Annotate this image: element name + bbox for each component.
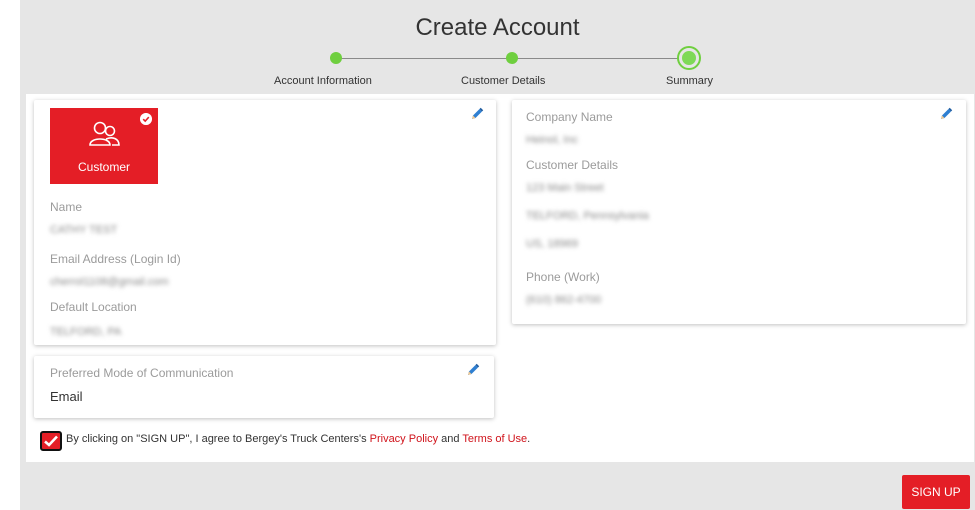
step-connector [336, 58, 510, 59]
pencil-icon[interactable] [470, 107, 484, 121]
page-background: Create Account Account Information Custo… [20, 0, 975, 510]
consent-suffix: . [527, 433, 531, 445]
summary-panel: Customer Name CATHY TEST Email Address (… [26, 94, 974, 462]
role-tile-customer[interactable]: Customer [50, 108, 158, 184]
name-value: CATHY TEST [50, 224, 118, 236]
email-value: cherrol1108@gmail.com [50, 276, 169, 288]
sign-up-button[interactable]: SIGN UP [902, 475, 970, 509]
location-value: TELFORD, PA [50, 326, 122, 338]
step-label-account-information: Account Information [274, 75, 372, 87]
customer-details-label: Customer Details [526, 158, 619, 172]
phone-value: (610) 862-4700 [526, 294, 602, 306]
pencil-icon[interactable] [466, 363, 480, 377]
progress-stepper: Account Information Customer Details Sum… [20, 44, 975, 94]
role-label: Customer [77, 160, 130, 174]
step-connector [516, 58, 688, 59]
company-name-value: Heinol, Inc [526, 134, 578, 146]
consent-text: By clicking on "SIGN UP", I agree to Ber… [66, 433, 530, 445]
step-label-summary: Summary [666, 75, 714, 87]
privacy-policy-link[interactable]: Privacy Policy [370, 433, 438, 445]
account-info-card: Customer Name CATHY TEST Email Address (… [34, 100, 496, 345]
company-name-label: Company Name [526, 110, 613, 124]
terms-checkbox[interactable] [40, 431, 62, 451]
location-label: Default Location [50, 300, 137, 314]
check-circle-icon [140, 113, 152, 125]
email-label: Email Address (Login Id) [50, 252, 181, 266]
company-info-card: Company Name Heinol, Inc Customer Detail… [512, 100, 966, 324]
step-dot-customer-details [506, 52, 518, 64]
pencil-icon[interactable] [939, 107, 953, 121]
phone-label: Phone (Work) [526, 270, 600, 284]
consent-middle: and [438, 433, 463, 445]
step-dot-summary [679, 48, 699, 68]
checkmark-icon [44, 435, 58, 447]
address-line-2: TELFORD, Pennsylvania [526, 210, 649, 222]
communication-card: Preferred Mode of Communication Email [34, 356, 494, 418]
page-title: Create Account [415, 14, 580, 41]
address-line-1: 123 Main Street [526, 182, 604, 194]
address-line-3: US, 18969 [526, 238, 578, 250]
communication-value: Email [50, 389, 83, 404]
step-label-customer-details: Customer Details [461, 75, 546, 87]
name-label: Name [50, 200, 83, 214]
step-dot-account-information [330, 52, 342, 64]
communication-label: Preferred Mode of Communication [50, 366, 234, 380]
terms-of-use-link[interactable]: Terms of Use [462, 433, 527, 445]
consent-prefix: By clicking on "SIGN UP", I agree to Ber… [66, 433, 370, 445]
people-icon [89, 121, 120, 146]
